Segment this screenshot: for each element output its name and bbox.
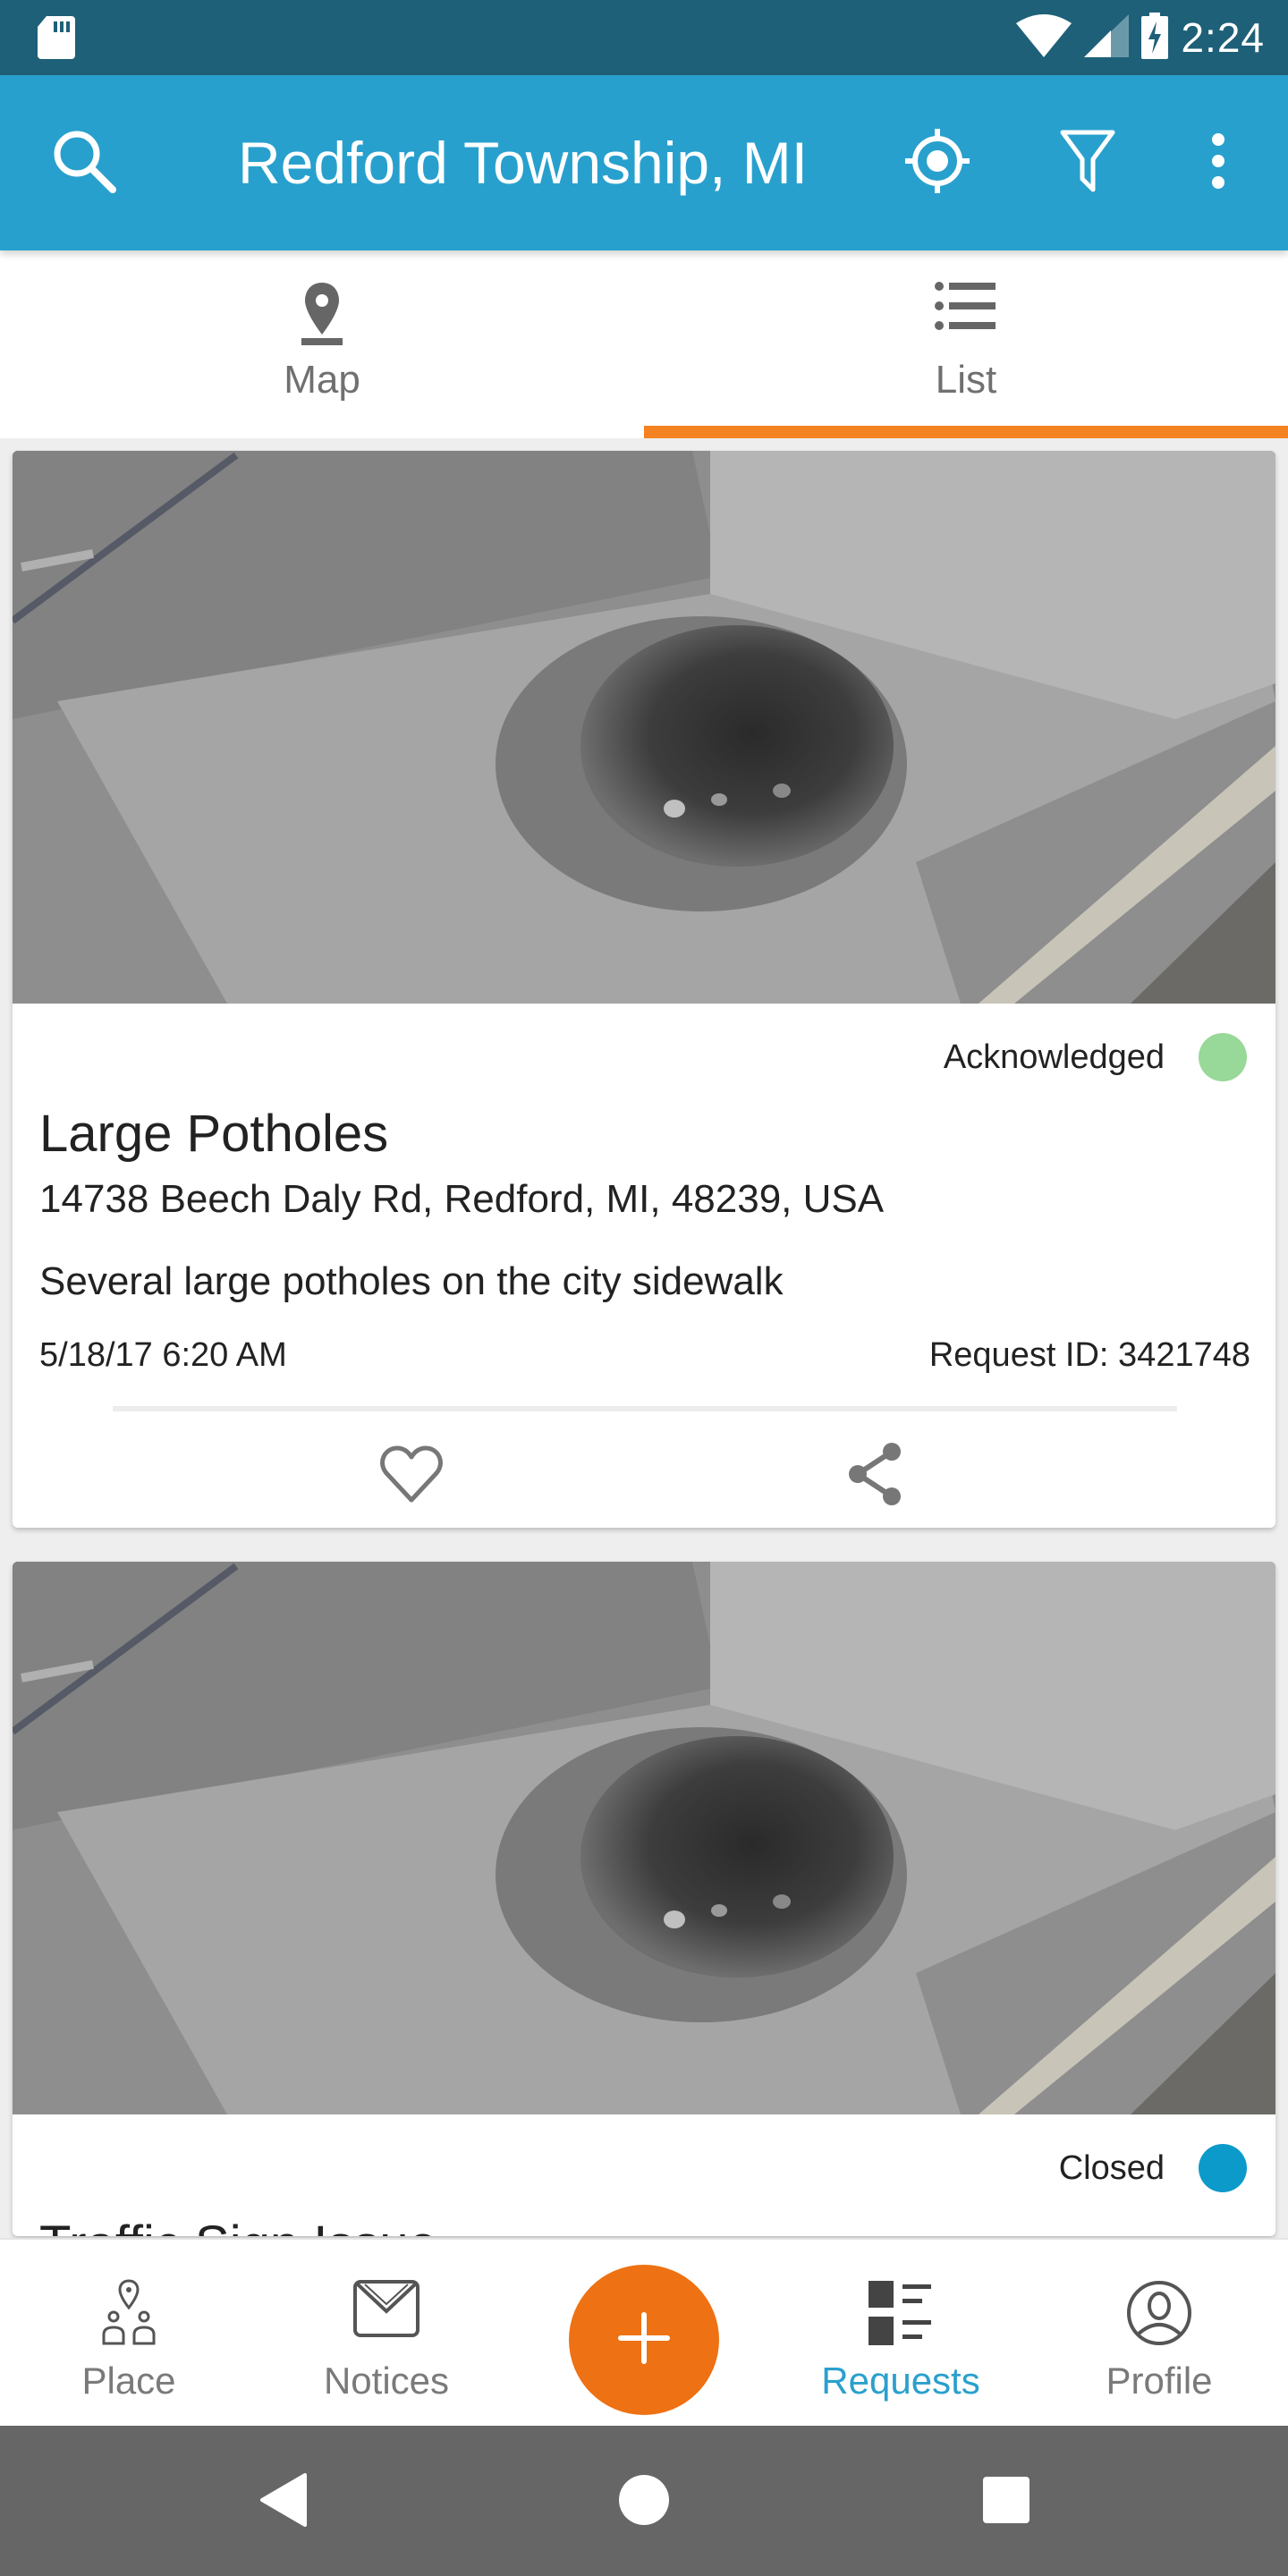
clock: 2:24 <box>1181 14 1265 61</box>
filter-icon <box>1059 129 1116 198</box>
status-text: Closed <box>1058 2148 1165 2187</box>
request-description: Several large potholes on the city sidew… <box>39 1259 784 1303</box>
battery-charging-icon <box>1141 12 1169 64</box>
share-icon <box>843 1441 906 1512</box>
card-divider <box>113 1406 1177 1411</box>
recents-button[interactable] <box>966 2462 1046 2542</box>
plus-icon <box>617 2311 671 2369</box>
my-location-button[interactable] <box>894 120 980 206</box>
app-bar: Redford Township, MI <box>0 75 1288 250</box>
nav-profile[interactable]: Profile <box>1061 2240 1258 2428</box>
more-vert-icon <box>1209 132 1227 194</box>
back-button[interactable] <box>243 2462 324 2542</box>
nav-requests[interactable]: Requests <box>802 2240 999 2428</box>
request-list[interactable]: Acknowledged Large Potholes 14738 Beech … <box>0 438 1288 2238</box>
request-card[interactable]: Acknowledged Large Potholes 14738 Beech … <box>13 451 1275 1528</box>
nav-notices-label: Notices <box>323 2360 450 2402</box>
nav-requests-label: Requests <box>821 2360 980 2402</box>
status-text: Acknowledged <box>943 1038 1165 1076</box>
tab-list-label: List <box>935 358 997 402</box>
request-address: 14738 Beech Daly Rd, Redford, MI, 48239,… <box>39 1177 885 1221</box>
pothole-image <box>13 451 1275 1004</box>
new-request-button[interactable] <box>569 2265 719 2415</box>
heart-icon <box>379 1445 444 1508</box>
cell-signal-icon <box>1084 13 1130 62</box>
view-tabs: Map List <box>0 250 1288 438</box>
recents-icon <box>981 2475 1031 2529</box>
nav-place-label: Place <box>81 2360 176 2402</box>
request-title: Large Potholes <box>39 1105 389 1163</box>
bottom-navigation: Place Notices Requests Profile <box>0 2238 1288 2426</box>
pothole-image <box>13 1562 1275 2114</box>
my-location-icon <box>902 125 973 201</box>
status-row: Closed <box>1059 2141 1247 2195</box>
more-options-button[interactable] <box>1175 120 1261 206</box>
active-tab-indicator <box>644 426 1288 438</box>
location-title[interactable]: Redford Township, MI <box>238 75 808 250</box>
system-navigation-bar <box>0 2426 1288 2576</box>
nav-notices[interactable]: Notices <box>288 2240 485 2428</box>
tab-map[interactable]: Map <box>0 250 644 438</box>
nav-place[interactable]: Place <box>30 2240 227 2428</box>
requests-list-icon <box>867 2279 935 2351</box>
request-id: Request ID: 3421748 <box>928 1336 1250 1374</box>
profile-icon <box>1125 2279 1193 2351</box>
nav-profile-label: Profile <box>1106 2360 1213 2402</box>
share-button[interactable] <box>830 1431 919 1521</box>
status-dot-closed <box>1199 2144 1247 2192</box>
place-people-icon <box>93 2279 165 2351</box>
status-bar: 2:24 <box>0 0 1288 75</box>
status-row: Acknowledged <box>944 1030 1247 1084</box>
home-icon <box>617 2473 671 2531</box>
request-card[interactable]: Closed Traffic Sign Issue <box>13 1562 1275 2236</box>
search-button[interactable] <box>41 120 127 206</box>
favorite-button[interactable] <box>367 1431 456 1521</box>
request-photo[interactable] <box>13 1562 1275 2114</box>
back-icon <box>258 2472 309 2531</box>
request-title: Traffic Sign Issue <box>39 2215 437 2236</box>
filter-button[interactable] <box>1045 120 1131 206</box>
home-button[interactable] <box>604 2462 684 2542</box>
tab-list[interactable]: List <box>644 250 1288 438</box>
sd-card-icon <box>38 16 75 64</box>
request-date: 5/18/17 6:20 AM <box>39 1336 287 1374</box>
request-photo[interactable] <box>13 451 1275 1004</box>
status-dot-acknowledged <box>1199 1033 1247 1081</box>
tab-map-label: Map <box>284 358 360 402</box>
envelope-icon <box>352 2279 420 2343</box>
list-icon <box>935 281 997 339</box>
wifi-icon <box>1016 13 1072 62</box>
map-pin-icon <box>298 281 346 352</box>
search-icon <box>48 125 120 201</box>
